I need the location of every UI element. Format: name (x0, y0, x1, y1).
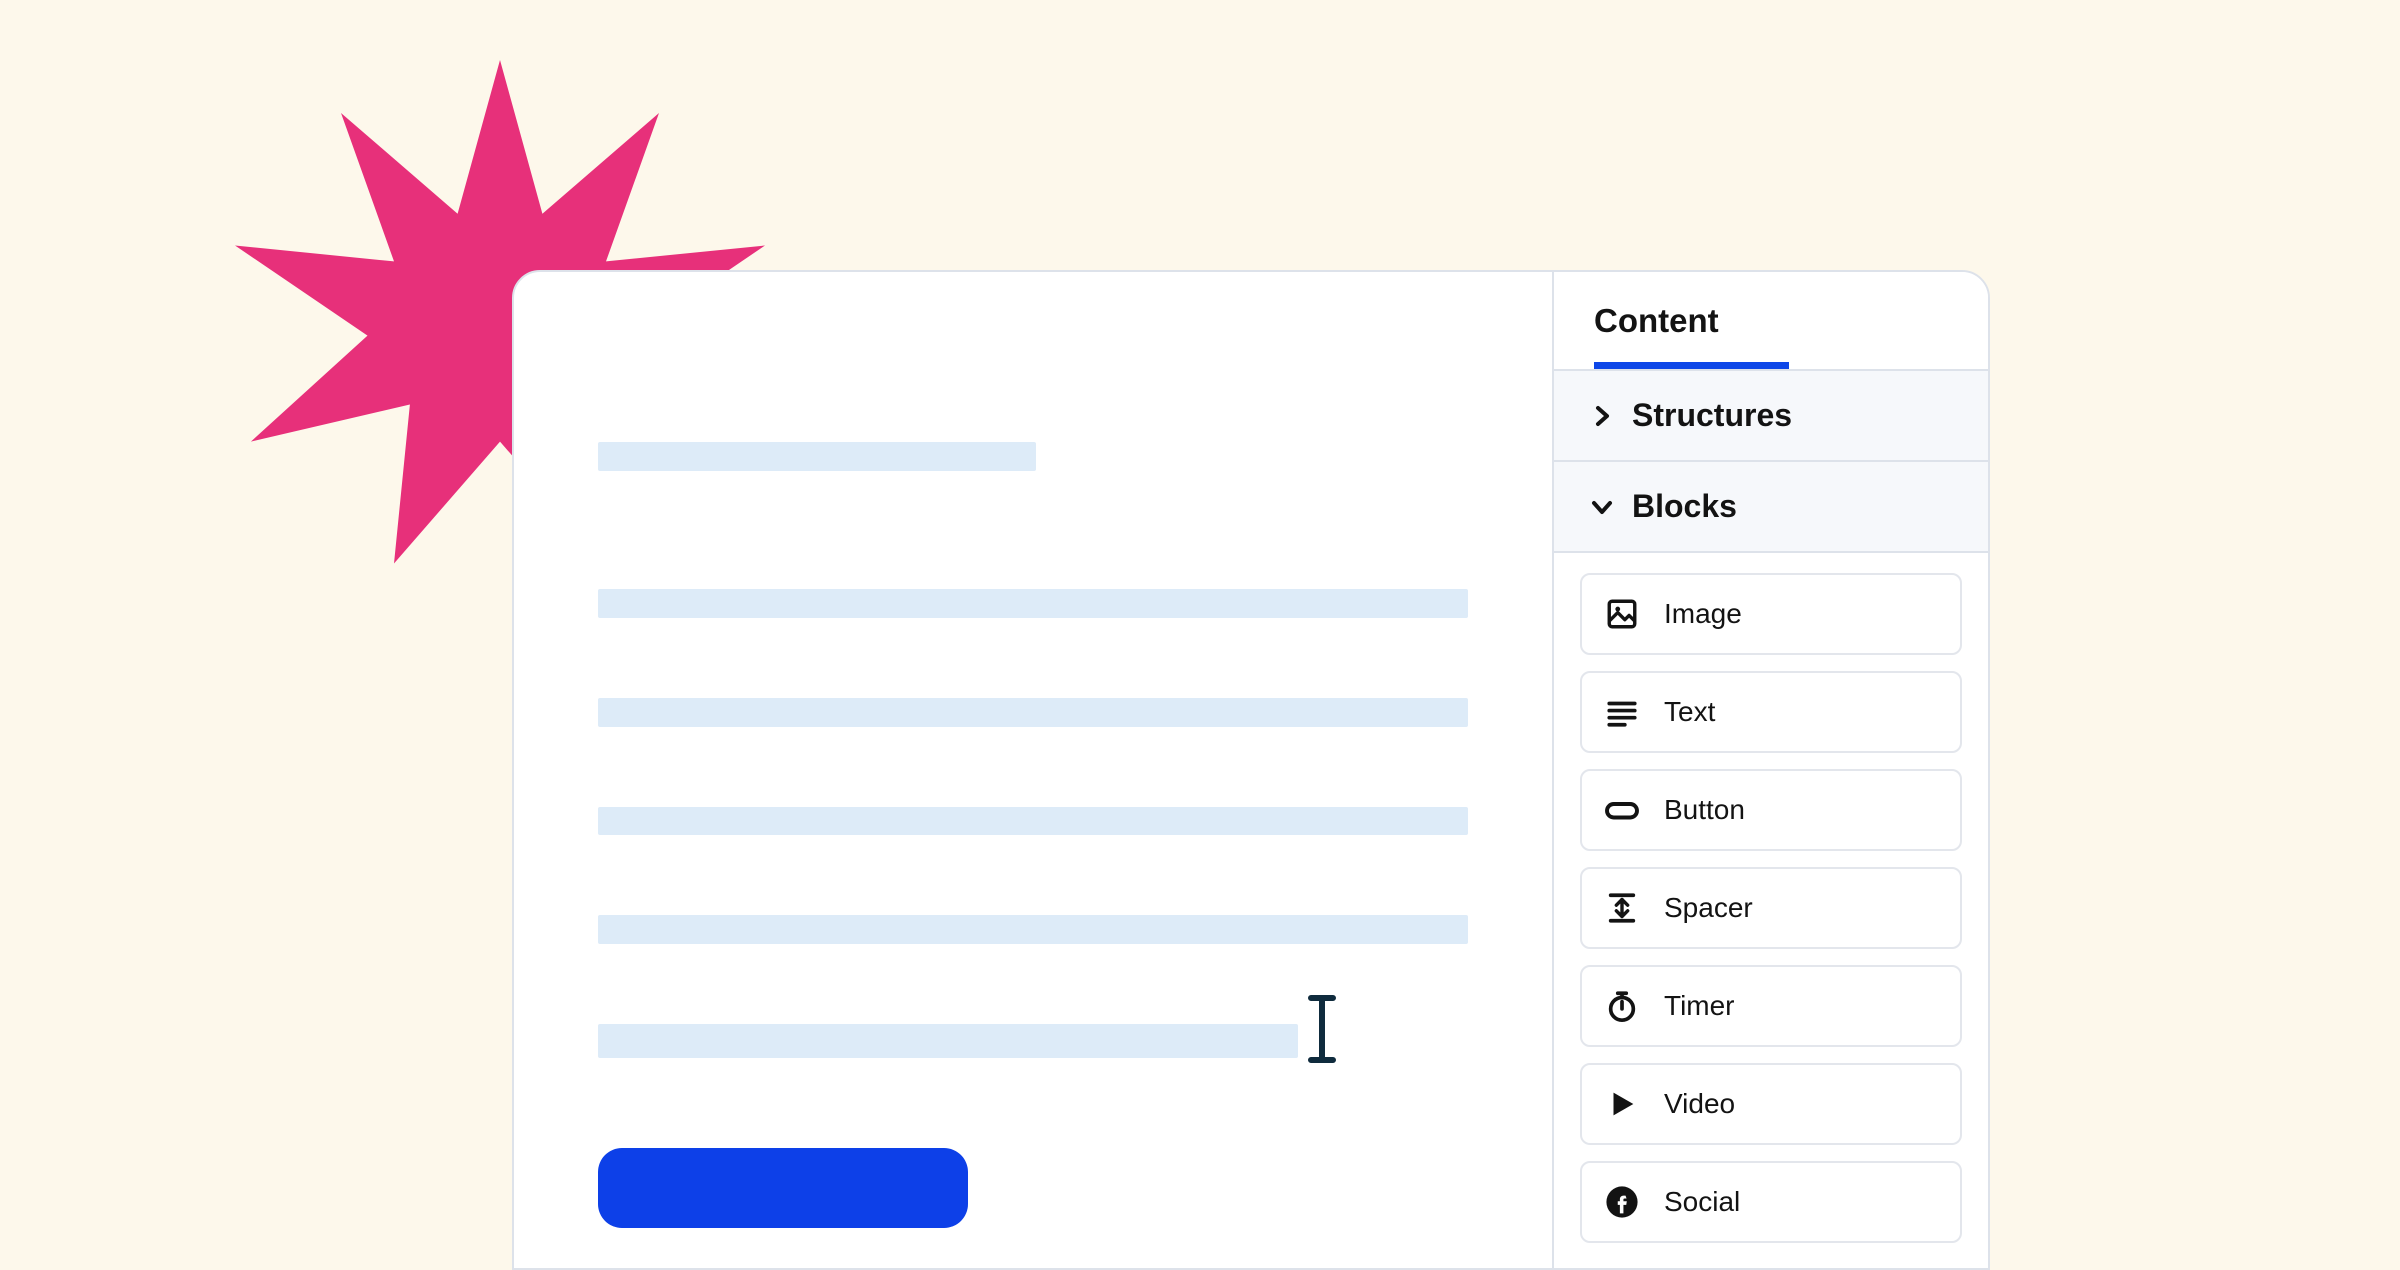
block-item-label: Timer (1664, 990, 1735, 1022)
block-item-label: Image (1664, 598, 1742, 630)
canvas[interactable] (514, 272, 1552, 1268)
text-icon (1604, 694, 1640, 730)
block-item-button[interactable]: Button (1580, 769, 1962, 851)
block-item-social[interactable]: Social (1580, 1161, 1962, 1243)
social-icon (1604, 1184, 1640, 1220)
placeholder-line (598, 698, 1468, 727)
section-label: Blocks (1632, 488, 1737, 525)
editor-window: Content Structures Blocks Image (512, 270, 1990, 1270)
placeholder-button[interactable] (598, 1148, 968, 1228)
sidebar-tabstrip: Content (1554, 272, 1988, 371)
spacer-icon (1604, 890, 1640, 926)
section-label: Structures (1632, 397, 1792, 434)
block-item-label: Social (1664, 1186, 1740, 1218)
placeholder-title (598, 442, 1036, 471)
section-structures[interactable]: Structures (1554, 371, 1988, 462)
text-caret-icon (1307, 994, 1337, 1064)
image-icon (1604, 596, 1640, 632)
video-icon (1604, 1086, 1640, 1122)
placeholder-line (598, 1024, 1298, 1058)
block-item-label: Video (1664, 1088, 1735, 1120)
button-icon (1604, 792, 1640, 828)
chevron-down-icon (1590, 495, 1614, 519)
blocks-list: Image Text Button Spacer (1554, 553, 1988, 1263)
block-item-label: Spacer (1664, 892, 1753, 924)
placeholder-line (598, 915, 1468, 944)
block-item-video[interactable]: Video (1580, 1063, 1962, 1145)
block-item-label: Text (1664, 696, 1715, 728)
block-item-timer[interactable]: Timer (1580, 965, 1962, 1047)
timer-icon (1604, 988, 1640, 1024)
block-item-text[interactable]: Text (1580, 671, 1962, 753)
block-item-spacer[interactable]: Spacer (1580, 867, 1962, 949)
block-item-label: Button (1664, 794, 1745, 826)
chevron-right-icon (1590, 404, 1614, 428)
block-item-image[interactable]: Image (1580, 573, 1962, 655)
sidebar: Content Structures Blocks Image (1552, 272, 1988, 1268)
placeholder-line (598, 807, 1468, 836)
section-blocks[interactable]: Blocks (1554, 462, 1988, 553)
placeholder-line (598, 589, 1468, 618)
tab-content[interactable]: Content (1594, 302, 1789, 369)
